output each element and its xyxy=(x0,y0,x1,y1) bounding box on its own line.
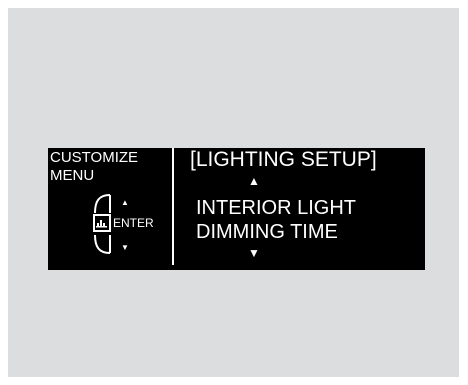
scroll-down-arrow-icon[interactable]: ▼ xyxy=(248,247,260,259)
multi-info-display: CUSTOMIZE MENU ▲ ENTER ▼ [LIGHTING SETUP… xyxy=(48,148,425,270)
menu-item-label-line2[interactable]: DIMMING TIME xyxy=(196,221,338,243)
enter-glyph-base xyxy=(96,226,107,228)
enter-label: ENTER xyxy=(113,216,154,230)
customize-menu-label-line2: MENU xyxy=(50,167,95,184)
selector-up-arc[interactable] xyxy=(94,194,111,214)
menu-item-label-line1[interactable]: INTERIOR LIGHT xyxy=(196,197,356,219)
customize-menu-panel: CUSTOMIZE MENU ▲ ENTER ▼ xyxy=(48,148,171,270)
enter-glyph-bar2 xyxy=(100,220,102,227)
figure-frame: CUSTOMIZE MENU ▲ ENTER ▼ [LIGHTING SETUP… xyxy=(8,8,459,377)
selector-knob-icon[interactable] xyxy=(91,193,113,255)
panel-divider xyxy=(172,148,174,265)
scroll-up-arrow-icon[interactable]: ▲ xyxy=(248,175,260,187)
customize-menu-label-line1: CUSTOMIZE xyxy=(50,149,139,166)
knob-down-arrow-icon: ▼ xyxy=(121,243,129,252)
selector-down-arc[interactable] xyxy=(94,234,111,254)
knob-up-arrow-icon: ▲ xyxy=(121,198,129,207)
menu-title: [LIGHTING SETUP] xyxy=(190,148,377,171)
lighting-setup-panel: [LIGHTING SETUP] ▲ INTERIOR LIGHT DIMMIN… xyxy=(175,148,425,270)
